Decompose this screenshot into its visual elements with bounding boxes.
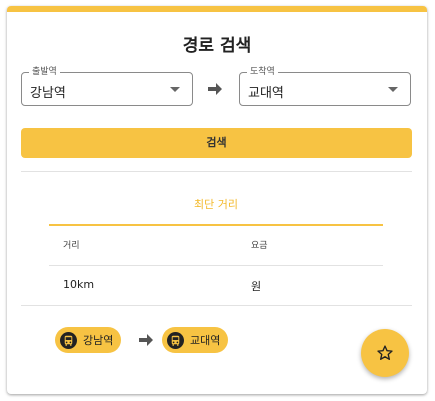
table-row-divider	[49, 265, 383, 266]
page-title: 경로 검색	[182, 36, 252, 56]
departure-select-label: 출발역	[29, 66, 60, 78]
bus-icon	[167, 331, 184, 349]
divider	[21, 305, 412, 306]
divider	[21, 171, 412, 172]
table-header-fare: 요금	[251, 241, 268, 251]
caret-down-icon	[170, 87, 180, 92]
table-header-distance: 거리	[63, 241, 80, 251]
route-station-chip-from[interactable]: 강남역	[55, 327, 122, 353]
arrival-select-value: 교대역	[248, 86, 284, 101]
arrow-right-icon	[139, 334, 153, 346]
tab-shortest-distance[interactable]: 최단 거리	[49, 196, 383, 212]
route-station-label: 강남역	[83, 334, 114, 347]
arrival-station-select[interactable]: 도착역 교대역	[239, 66, 411, 106]
star-icon	[377, 345, 393, 360]
caret-down-icon	[388, 87, 398, 92]
tab-active-indicator	[49, 224, 383, 226]
table-cell-distance: 10km	[63, 278, 95, 291]
route-station-label: 교대역	[190, 334, 221, 347]
departure-select-value: 강남역	[30, 86, 66, 101]
bus-icon	[60, 331, 77, 349]
favorite-fab-button[interactable]	[361, 329, 409, 377]
arrival-select-label: 도착역	[247, 66, 278, 78]
route-station-chip-to[interactable]: 교대역	[162, 327, 229, 353]
table-cell-fare: 원	[251, 280, 262, 293]
route-search-card: 경로 검색 출발역 강남역 도착역 교대역 검색 최단 거리 거리 요금 10k…	[7, 6, 427, 394]
card-accent-bar	[7, 6, 427, 12]
arrow-right-icon	[208, 83, 222, 95]
departure-station-select[interactable]: 출발역 강남역	[21, 66, 193, 106]
search-button[interactable]: 검색	[21, 128, 412, 158]
